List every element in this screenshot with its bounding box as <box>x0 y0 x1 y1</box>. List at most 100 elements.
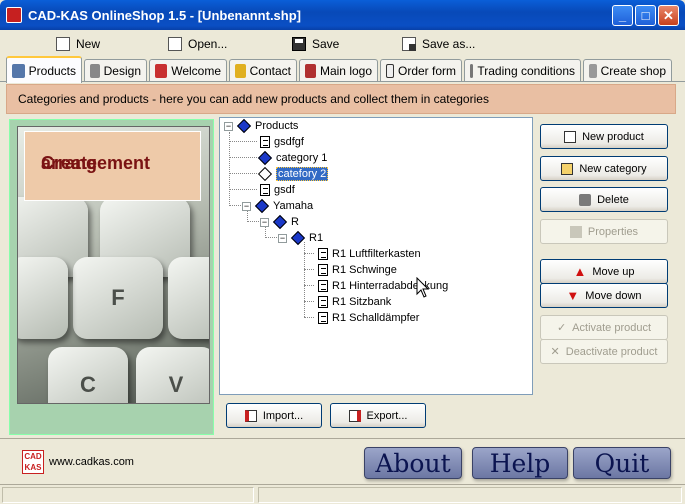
design-icon <box>90 63 100 78</box>
tab-contact[interactable]: Contact <box>229 59 297 81</box>
title-bar: CAD-KAS OnlineShop 1.5 - [Unbenannt.shp]… <box>0 0 685 30</box>
tab-label: Design <box>103 63 141 78</box>
tree-node-yamaha[interactable]: − Yamaha <box>242 198 313 214</box>
product-icon <box>318 312 328 324</box>
welcome-icon <box>155 63 168 78</box>
import-button[interactable]: Import... <box>226 403 322 428</box>
arrangement-line2: arrangement <box>41 153 151 173</box>
quit-button[interactable]: Quit <box>573 447 671 479</box>
tab-label: Products <box>28 63 76 78</box>
tree-node-r[interactable]: − R <box>260 214 299 230</box>
import-icon <box>244 409 257 422</box>
node-label: R1 Hinterradabdeckung <box>332 280 449 292</box>
tab-products[interactable]: Products <box>6 56 82 83</box>
tab-design[interactable]: Design <box>84 59 147 81</box>
collapse-icon[interactable]: − <box>260 217 269 227</box>
save-as-label: Save as... <box>422 37 476 51</box>
key <box>168 257 209 339</box>
collapse-icon[interactable]: − <box>278 233 287 243</box>
arrow-up-icon: ▲ <box>573 264 587 279</box>
node-label: gsdfgf <box>274 136 304 148</box>
button-label: Export... <box>366 409 408 422</box>
tab-label: Trading conditions <box>477 63 575 78</box>
tab-create-shop[interactable]: Create shop <box>583 59 672 81</box>
new-product-button[interactable]: New product <box>540 124 668 149</box>
new-product-icon <box>564 130 577 143</box>
node-label: catefory 2 <box>276 167 329 181</box>
open-button[interactable]: Open... <box>168 34 227 54</box>
category-open-icon <box>257 166 273 182</box>
tab-label: Welcome <box>171 63 221 78</box>
product-icon <box>318 264 328 276</box>
node-label: R1 <box>309 232 324 244</box>
node-label: R1 Sitzbank <box>332 296 392 308</box>
node-label: R1 Schwinge <box>332 264 397 276</box>
button-label: Import... <box>262 409 304 422</box>
category-icon <box>272 214 288 230</box>
node-label: R <box>291 216 299 228</box>
properties-button[interactable]: Properties <box>540 219 668 244</box>
export-icon <box>348 409 361 422</box>
tree-node-catefory-2[interactable]: catefory 2 <box>257 166 329 182</box>
button-label: About <box>375 448 451 478</box>
category-icon <box>257 150 273 166</box>
tree-node-product[interactable]: R1 Sitzbank <box>318 294 391 310</box>
minimize-button[interactable]: _ <box>612 5 633 26</box>
tab-label: Create shop <box>600 63 666 78</box>
deactivate-product-button[interactable]: ✕ Deactivate product <box>540 339 668 364</box>
key-label: C <box>80 371 96 397</box>
illustration-panel: F C V Create arrangement <box>9 119 214 435</box>
product-tree[interactable]: − Products gsdfgf category 1 catefory 2 … <box>219 117 533 395</box>
product-icon <box>318 280 328 292</box>
mouse-cursor-icon <box>416 277 430 298</box>
close-button[interactable]: ✕ <box>658 5 679 26</box>
about-button[interactable]: About <box>364 447 462 479</box>
button-label: Help <box>489 448 551 478</box>
button-label: Delete <box>597 193 629 206</box>
tree-node-gsdfgf[interactable]: gsdfgf <box>260 134 304 150</box>
tab-order-form[interactable]: Order form <box>380 59 462 81</box>
export-button[interactable]: Export... <box>330 403 426 428</box>
cadkas-logo: CAD KAS <box>22 450 44 474</box>
new-button[interactable]: New <box>56 34 100 54</box>
delete-icon <box>579 193 592 206</box>
trading-conditions-icon <box>470 63 474 78</box>
new-label: New <box>76 37 101 51</box>
tab-main-logo[interactable]: Main logo <box>299 59 378 81</box>
new-category-button[interactable]: New category <box>540 156 668 181</box>
tab-trading-conditions[interactable]: Trading conditions <box>464 59 581 81</box>
key-c: C <box>48 347 128 403</box>
help-button[interactable]: Help <box>472 447 568 479</box>
collapse-icon[interactable]: − <box>224 121 233 131</box>
button-label: Deactivate product <box>565 345 658 358</box>
maximize-button[interactable]: □ <box>635 5 656 26</box>
save-as-icon <box>402 37 416 51</box>
move-up-button[interactable]: ▲ Move up <box>540 259 668 284</box>
check-icon: ✓ <box>556 322 567 334</box>
save-button[interactable]: Save <box>292 34 339 54</box>
save-label: Save <box>312 37 340 51</box>
tree-node-product[interactable]: R1 Schwinge <box>318 262 397 278</box>
move-down-button[interactable]: ▼ Move down <box>540 283 668 308</box>
tab-label: Order form <box>397 63 456 78</box>
collapse-icon[interactable]: − <box>242 201 251 211</box>
tree-node-r1[interactable]: − R1 <box>278 230 323 246</box>
tab-welcome[interactable]: Welcome <box>149 59 227 81</box>
website-link[interactable]: www.cadkas.com <box>49 456 134 468</box>
tree-node-product[interactable]: R1 Schalldämpfer <box>318 310 419 326</box>
arrow-down-icon: ▼ <box>566 288 580 303</box>
key-v: V <box>136 347 209 403</box>
tree-node-gsdf[interactable]: gsdf <box>260 182 295 198</box>
activate-product-button[interactable]: ✓ Activate product <box>540 315 668 340</box>
contact-icon <box>235 63 246 78</box>
footer-separator <box>0 438 685 439</box>
delete-button[interactable]: Delete <box>540 187 668 212</box>
save-as-button[interactable]: Save as... <box>402 34 475 54</box>
tree-node-product[interactable]: R1 Luftfilterkasten <box>318 246 421 262</box>
key-f: F <box>73 257 163 339</box>
tree-node-products[interactable]: − Products <box>224 118 298 134</box>
category-icon <box>254 198 270 214</box>
banner-text: Categories and products - here you can a… <box>18 92 489 106</box>
button-label: Activate product <box>572 321 652 334</box>
tree-node-category-1[interactable]: category 1 <box>257 150 327 166</box>
